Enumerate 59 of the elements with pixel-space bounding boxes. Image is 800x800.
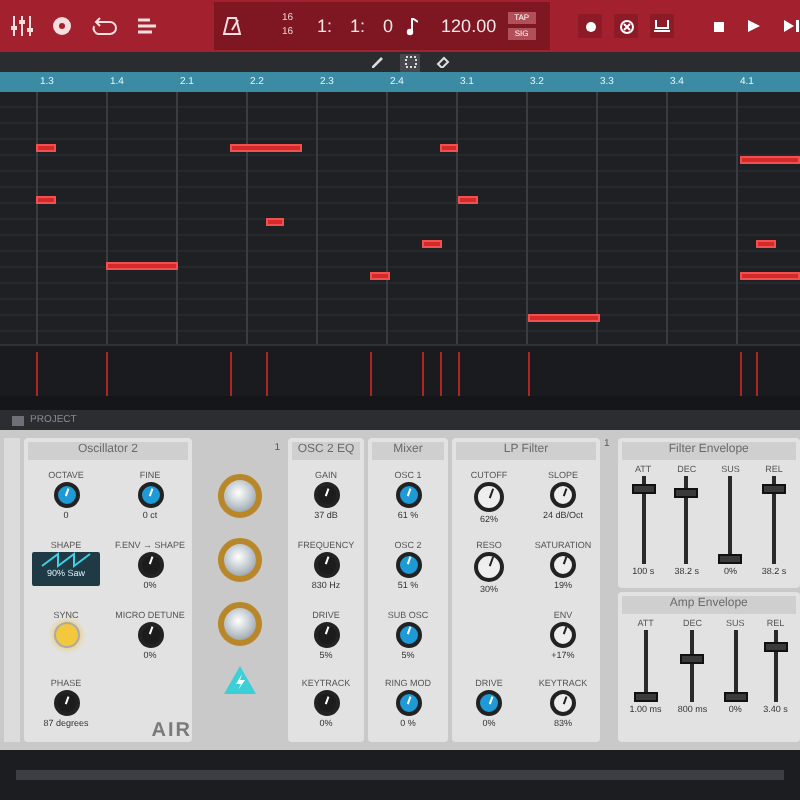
slider-thumb[interactable] (763, 642, 788, 653)
sliders-icon[interactable] (10, 16, 34, 36)
knob[interactable] (550, 482, 576, 508)
loop-icon[interactable] (90, 16, 118, 36)
scrollbar[interactable] (16, 770, 784, 780)
knob[interactable] (476, 690, 502, 717)
pencil-icon (372, 56, 384, 68)
knob[interactable] (313, 621, 339, 647)
note-icon[interactable] (405, 17, 418, 35)
slider-thumb[interactable] (723, 692, 748, 702)
slider-thumb[interactable] (718, 554, 743, 564)
toggle-button[interactable] (53, 621, 79, 647)
lightning-triangle-icon (224, 666, 256, 694)
knob[interactable] (550, 551, 576, 578)
knob[interactable] (313, 551, 339, 578)
tempo-value: 120.00 (441, 16, 497, 36)
knob[interactable] (395, 482, 421, 508)
knob[interactable] (53, 482, 79, 508)
slider-thumb[interactable] (631, 483, 656, 494)
knob[interactable] (550, 621, 576, 647)
tray-button[interactable] (650, 14, 674, 38)
tool-button[interactable] (368, 53, 388, 71)
slider-thumb[interactable] (633, 692, 658, 702)
slider-thumb[interactable] (762, 483, 787, 494)
brand-logo: AIR (151, 720, 192, 742)
circle-x-icon (619, 19, 633, 33)
knob[interactable] (395, 551, 421, 578)
slider-thumb[interactable] (680, 654, 705, 665)
stop-icon[interactable] (714, 21, 724, 31)
record-button[interactable] (578, 14, 602, 38)
position-value: 1: (317, 16, 333, 36)
knob[interactable] (137, 482, 163, 508)
knob[interactable] (395, 621, 421, 647)
slider-thumb[interactable] (674, 487, 699, 498)
knob[interactable] (313, 482, 339, 508)
knob[interactable] (53, 690, 79, 717)
tool-button[interactable] (432, 53, 452, 71)
knob[interactable] (395, 690, 421, 717)
metronome-icon[interactable] (221, 16, 242, 36)
list-icon[interactable] (136, 16, 158, 36)
knob[interactable] (137, 551, 163, 578)
play-icon[interactable] (748, 20, 760, 32)
knob[interactable] (474, 482, 504, 512)
dot-icon (585, 21, 595, 31)
knob[interactable] (474, 551, 504, 582)
position-value: 1: (350, 16, 366, 36)
saw-wave-icon (40, 551, 92, 568)
knob[interactable] (313, 690, 339, 717)
select-icon (403, 56, 417, 68)
folder-icon (12, 415, 24, 425)
tray-icon (654, 20, 670, 32)
position-value: 0 (383, 16, 394, 36)
disc-icon[interactable] (52, 16, 72, 36)
eraser-icon (435, 56, 449, 68)
skip-end-icon[interactable] (784, 20, 800, 32)
circle-button[interactable] (614, 14, 638, 38)
knob[interactable] (550, 690, 576, 717)
tool-button[interactable] (400, 53, 420, 71)
knob[interactable] (137, 621, 163, 647)
